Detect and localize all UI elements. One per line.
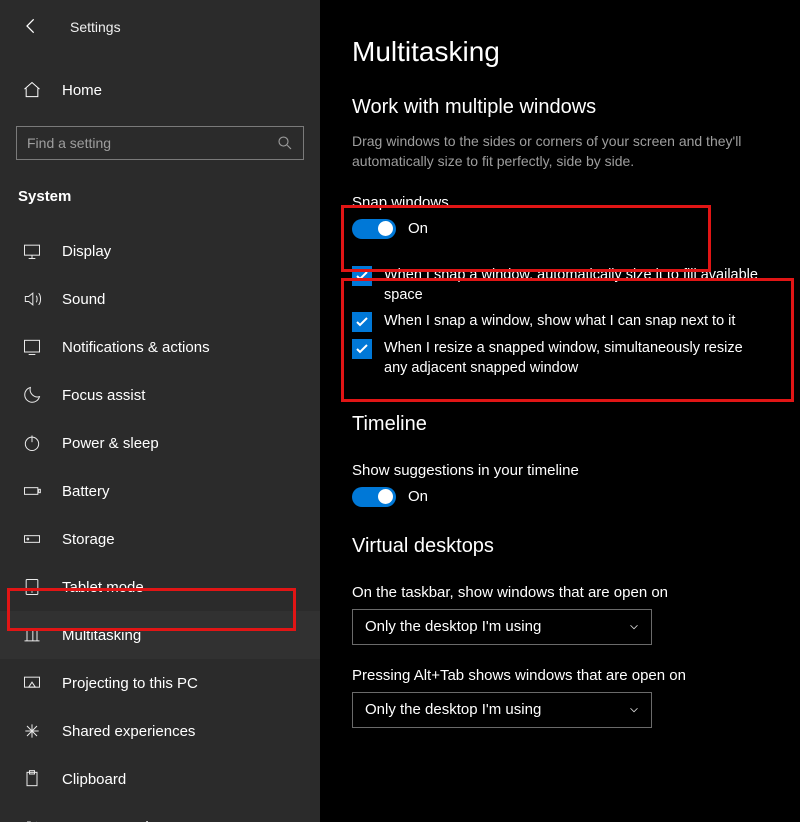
sound-icon — [22, 289, 42, 309]
section-title-work: Work with multiple windows — [352, 96, 770, 119]
storage-icon — [22, 529, 42, 549]
sidebar-item-remote-desktop[interactable]: Remote Desktop — [0, 803, 320, 822]
back-icon[interactable] — [22, 16, 44, 38]
section-description: Drag windows to the sides or corners of … — [352, 131, 770, 172]
toggle-track — [352, 487, 396, 507]
clipboard-icon — [22, 769, 42, 789]
home-icon — [22, 80, 42, 100]
search-icon — [276, 134, 294, 152]
sidebar-section-title: System — [0, 170, 320, 211]
sidebar-item-label: Notifications & actions — [62, 339, 210, 356]
sidebar-item-multitasking[interactable]: Multitasking — [0, 611, 320, 659]
taskbar-windows-select[interactable]: Only the desktop I'm using — [352, 609, 652, 645]
projecting-icon — [22, 673, 42, 693]
settings-sidebar: Settings Home System Display Sound — [0, 0, 320, 822]
window-title: Settings — [70, 19, 121, 35]
sidebar-item-tablet-mode[interactable]: Tablet mode — [0, 563, 320, 611]
toggle-track — [352, 219, 396, 239]
sidebar-item-label: Focus assist — [62, 387, 145, 404]
sidebar-item-clipboard[interactable]: Clipboard — [0, 755, 320, 803]
sidebar-item-power-sleep[interactable]: Power & sleep — [0, 419, 320, 467]
checkbox-label: When I resize a snapped window, simultan… — [384, 338, 770, 379]
sidebar-item-label: Multitasking — [62, 627, 141, 644]
alt-tab-select[interactable]: Only the desktop I'm using — [352, 692, 652, 728]
sidebar-item-label: Clipboard — [62, 771, 126, 788]
display-icon — [22, 241, 42, 261]
sidebar-item-battery[interactable]: Battery — [0, 467, 320, 515]
main-content: Multitasking Work with multiple windows … — [320, 0, 800, 822]
sidebar-item-label: Power & sleep — [62, 435, 159, 452]
snap-option-3[interactable]: When I resize a snapped window, simultan… — [352, 338, 770, 379]
tablet-icon — [22, 577, 42, 597]
checkbox-checked-icon — [352, 339, 372, 359]
sidebar-item-label: Remote Desktop — [62, 819, 174, 822]
battery-icon — [22, 481, 42, 501]
home-label: Home — [62, 82, 102, 99]
sidebar-home[interactable]: Home — [0, 68, 320, 112]
checkbox-label: When I snap a window, automatically size… — [384, 265, 770, 306]
snap-windows-toggle[interactable]: On — [352, 219, 770, 239]
alt-tab-label: Pressing Alt+Tab shows windows that are … — [352, 667, 770, 684]
sidebar-item-storage[interactable]: Storage — [0, 515, 320, 563]
select-value: Only the desktop I'm using — [365, 701, 541, 718]
select-value: Only the desktop I'm using — [365, 618, 541, 635]
snap-option-2[interactable]: When I snap a window, show what I can sn… — [352, 311, 770, 332]
section-title-timeline: Timeline — [352, 413, 770, 436]
remote-desktop-icon — [22, 817, 42, 822]
timeline-suggestions-label: Show suggestions in your timeline — [352, 462, 770, 479]
sidebar-item-label: Shared experiences — [62, 723, 195, 740]
sidebar-item-notifications[interactable]: Notifications & actions — [0, 323, 320, 371]
chevron-down-icon — [627, 620, 641, 634]
sidebar-item-label: Projecting to this PC — [62, 675, 198, 692]
sidebar-item-projecting[interactable]: Projecting to this PC — [0, 659, 320, 707]
checkbox-label: When I snap a window, show what I can sn… — [384, 311, 735, 331]
notifications-icon — [22, 337, 42, 357]
shared-icon — [22, 721, 42, 741]
sidebar-item-label: Sound — [62, 291, 105, 308]
sidebar-item-focus-assist[interactable]: Focus assist — [0, 371, 320, 419]
timeline-suggestions-toggle[interactable]: On — [352, 487, 770, 507]
toggle-state: On — [408, 488, 428, 505]
taskbar-windows-label: On the taskbar, show windows that are op… — [352, 584, 770, 601]
sidebar-item-sound[interactable]: Sound — [0, 275, 320, 323]
sidebar-item-label: Battery — [62, 483, 110, 500]
sidebar-item-label: Tablet mode — [62, 579, 144, 596]
sidebar-item-label: Display — [62, 243, 111, 260]
sidebar-item-shared[interactable]: Shared experiences — [0, 707, 320, 755]
multitasking-icon — [22, 625, 42, 645]
search-input[interactable] — [16, 126, 304, 160]
checkbox-checked-icon — [352, 266, 372, 286]
snap-option-1[interactable]: When I snap a window, automatically size… — [352, 265, 770, 306]
snap-windows-label: Snap windows — [352, 194, 770, 211]
sidebar-item-label: Storage — [62, 531, 115, 548]
toggle-state: On — [408, 220, 428, 237]
checkbox-checked-icon — [352, 312, 372, 332]
chevron-down-icon — [627, 703, 641, 717]
power-icon — [22, 433, 42, 453]
sidebar-item-display[interactable]: Display — [0, 227, 320, 275]
section-title-virtual-desktops: Virtual desktops — [352, 535, 770, 558]
focus-assist-icon — [22, 385, 42, 405]
page-title: Multitasking — [352, 36, 770, 68]
